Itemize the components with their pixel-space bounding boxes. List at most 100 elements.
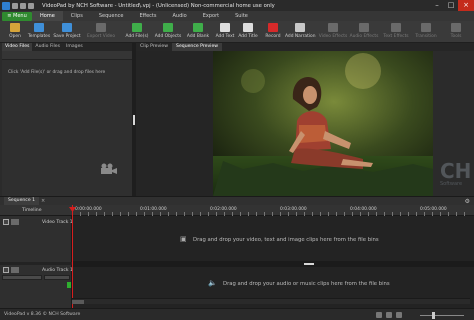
transition-button[interactable]: Transition <box>411 23 441 39</box>
preview-panel: Clip Preview Sequence Preview CH Softwar… <box>136 43 474 196</box>
status-text: VideoPad v 8.36 © NCH Software <box>4 312 81 317</box>
video-track-lock-icon[interactable] <box>11 219 19 225</box>
zoom-slider[interactable] <box>420 315 464 316</box>
tools-button[interactable]: Tools <box>441 23 471 39</box>
close-sequence-icon[interactable]: × <box>41 198 45 204</box>
templates-icon <box>34 23 44 32</box>
tab-effects[interactable]: Effects <box>132 11 165 21</box>
tab-sequence[interactable]: Sequence <box>91 11 132 21</box>
timeline-scrollbar[interactable] <box>72 298 470 304</box>
add-blank-button[interactable]: Add Blank <box>183 23 213 39</box>
sequence-tab-bar: Sequence 1 × ⚙ <box>0 196 474 205</box>
zoom-out-icon[interactable] <box>376 312 382 318</box>
preview-side-area: CH Software <box>433 51 474 196</box>
track-splitter-grip[interactable] <box>304 263 314 265</box>
video-effects-button[interactable]: Video Effects <box>318 23 348 39</box>
audio-effects-button[interactable]: Audio Effects <box>349 23 379 39</box>
video-drop-icon: ▣ <box>180 235 187 243</box>
timeline-label: Timeline <box>22 208 42 213</box>
main-menu-button[interactable]: ≡ Menu <box>2 11 32 21</box>
preview-tabs: Clip Preview Sequence Preview <box>136 43 474 51</box>
quick-redo-icon[interactable] <box>28 2 34 9</box>
app-logo-icon <box>2 1 10 10</box>
tab-images[interactable]: Images <box>63 43 86 51</box>
audio-level-meter <box>2 275 42 280</box>
open-folder-icon <box>10 23 20 32</box>
quick-save-icon[interactable] <box>12 2 18 9</box>
microphone-icon <box>295 23 305 32</box>
add-title-icon <box>243 23 253 32</box>
tab-audio-files[interactable]: Audio Files <box>32 43 63 51</box>
video-track-header: Video Track 1 <box>0 216 73 262</box>
toolbar-label: Add File(s) <box>125 34 149 39</box>
scrollbar-thumb[interactable] <box>72 300 84 304</box>
toolbar-label: Export Video <box>86 34 116 39</box>
zoom-slider-thumb[interactable] <box>432 312 435 319</box>
toolbar-label: Save Project <box>53 34 81 39</box>
close-button[interactable]: × <box>458 0 474 11</box>
audio-track-lock-icon[interactable] <box>11 267 19 273</box>
tab-sequence-1[interactable]: Sequence 1 <box>4 197 40 205</box>
add-files-icon <box>132 23 142 32</box>
window-title: VideoPad by NCH Software - Untitled\.vpj… <box>42 2 275 9</box>
bin-tabs: Video Files Audio Files Images <box>2 43 132 51</box>
text-effects-button[interactable]: Text Effects <box>381 23 411 39</box>
menu-bar: ≡ Menu Home Clips Sequence Effects Audio… <box>0 11 474 21</box>
text-effects-icon <box>391 23 401 32</box>
nch-watermark-logo: CH Software <box>440 159 472 187</box>
add-blank-icon <box>193 23 203 32</box>
tab-clip-preview[interactable]: Clip Preview <box>136 43 172 51</box>
record-button[interactable]: Record <box>258 23 288 39</box>
tab-suite[interactable]: Suite <box>227 11 256 21</box>
toolbar-label: Text Effects <box>383 34 409 39</box>
add-objects-button[interactable]: Add Objects <box>153 23 183 39</box>
status-icons <box>376 312 402 318</box>
ribbon-toolbar: Open Templates Save Project Export Video Add… <box>0 21 474 43</box>
templates-button[interactable]: Templates <box>24 23 54 39</box>
toolbar-label: Video Effects <box>318 34 348 39</box>
audio-track-header: Audio Track 1 <box>0 265 73 308</box>
maximize-button[interactable]: □ <box>444 0 458 11</box>
add-text-icon <box>220 23 230 32</box>
title-bar: VideoPad by NCH Software - Untitled\.vpj… <box>0 0 474 11</box>
status-bar: VideoPad v 8.36 © NCH Software <box>0 308 474 320</box>
video-effects-icon <box>328 23 338 32</box>
sequence-settings-icon[interactable]: ⚙ <box>465 198 470 205</box>
speaker-icon: 🔈 <box>208 279 217 287</box>
tab-sequence-preview[interactable]: Sequence Preview <box>172 43 223 51</box>
export-video-icon <box>96 23 106 32</box>
toolbar-label: Add Narration <box>285 34 316 39</box>
zoom-in-icon[interactable] <box>386 312 392 318</box>
tab-video-files[interactable]: Video Files <box>2 43 33 51</box>
tab-export[interactable]: Export <box>195 11 227 21</box>
tab-home[interactable]: Home <box>32 11 63 21</box>
fit-icon[interactable] <box>396 312 402 318</box>
toolbar-label: Templates <box>27 34 51 39</box>
audio-drop-hint: Drag and drop your audio or music clips … <box>223 281 390 287</box>
splitter-grip[interactable] <box>133 115 135 125</box>
video-track-visible-checkbox[interactable] <box>3 219 9 225</box>
save-project-button[interactable]: Save Project <box>52 23 82 39</box>
video-drop-hint: Drag and drop your video, text and image… <box>193 237 379 243</box>
window-controls: – □ × <box>430 0 474 11</box>
tab-audio[interactable]: Audio <box>165 11 195 21</box>
audio-track-mute-checkbox[interactable] <box>3 267 9 273</box>
add-narration-button[interactable]: Add Narration <box>285 23 316 39</box>
minimize-button[interactable]: – <box>430 0 444 11</box>
add-file-s-button[interactable]: Add File(s) <box>122 23 152 39</box>
audio-volume-handle[interactable] <box>67 282 71 288</box>
video-camera-icon <box>101 163 117 174</box>
tab-clips[interactable]: Clips <box>63 11 91 21</box>
quick-undo-icon[interactable] <box>20 2 26 9</box>
toolbar-label: Add Objects <box>154 34 182 39</box>
export-video-button[interactable]: Export Video <box>86 23 116 39</box>
track-splitter[interactable] <box>72 261 474 267</box>
preview-image <box>213 51 433 196</box>
toolbar-label: Transition <box>415 34 437 39</box>
bin-empty-hint: Click 'Add File(s)' or drag and drop fil… <box>8 70 106 75</box>
toolbar-label: Audio Effects <box>349 34 379 39</box>
playhead-line[interactable] <box>72 205 73 308</box>
record-icon <box>268 23 278 32</box>
toolbar-label: Add Blank <box>186 34 210 39</box>
tools-icon <box>451 23 461 32</box>
